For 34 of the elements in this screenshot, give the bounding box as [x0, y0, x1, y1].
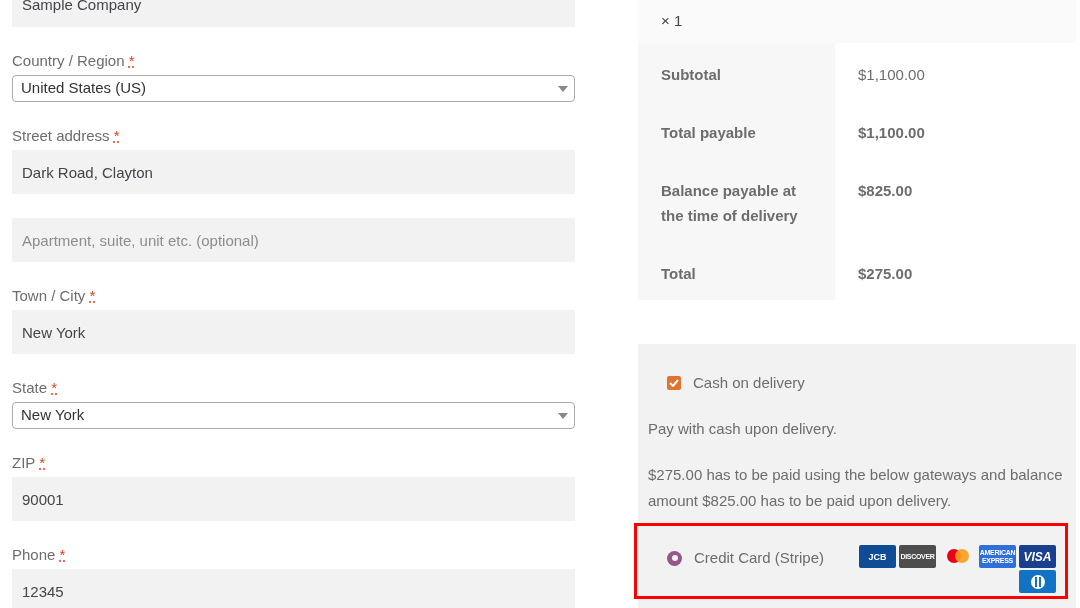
card-logo-icon: JCB — [859, 545, 896, 568]
input-field[interactable]: Sample Company — [12, 0, 575, 27]
input-field[interactable]: 90001 — [12, 477, 575, 521]
radio-button[interactable] — [667, 550, 682, 566]
summary-label: Total — [638, 242, 835, 300]
caret-icon — [558, 86, 568, 92]
payment-method-label[interactable]: Credit Card (Stripe) — [694, 546, 825, 570]
field-label: Street address * — [12, 126, 121, 146]
field-label: Town / City * — [12, 286, 97, 306]
select-field[interactable]: New York — [12, 402, 575, 429]
select-field[interactable]: United States (US) — [12, 75, 575, 102]
summary-label: Balance payable at the time of delivery — [638, 159, 835, 242]
summary-value: $1,100.00 — [857, 65, 926, 85]
payment-method-label[interactable]: Cash on delivery — [693, 371, 805, 395]
summary-value: $275.00 — [857, 264, 914, 284]
card-logo-icon — [1019, 570, 1056, 593]
checkbox[interactable] — [667, 376, 681, 390]
payment-note: $275.00 has to be paid using the below gateways and balance amount $825.00 has to be paid upon delivery. — [648, 465, 1064, 511]
summary-label: Total payable — [638, 101, 835, 159]
summary-value: $825.00 — [857, 181, 914, 201]
input-field[interactable]: Apartment, suite, unit etc. (optional) — [12, 218, 575, 262]
caret-icon — [558, 413, 568, 419]
input-field[interactable]: Dark Road, Clayton — [12, 150, 575, 194]
input-field[interactable]: New York — [12, 310, 575, 354]
field-label: ZIP * — [12, 453, 47, 473]
input-field[interactable]: 12345 — [12, 569, 575, 608]
payment-note: Pay with cash upon delivery. — [648, 419, 838, 439]
summary-value: $1,100.00 — [857, 123, 926, 143]
field-label: State * — [12, 378, 59, 398]
card-logo-icon: VISA — [1019, 545, 1056, 568]
quantity-text: × 1 — [661, 11, 683, 32]
field-label: Phone * — [12, 545, 67, 565]
summary-label: Subtotal — [638, 43, 835, 101]
field-label: Country / Region * — [12, 51, 136, 71]
